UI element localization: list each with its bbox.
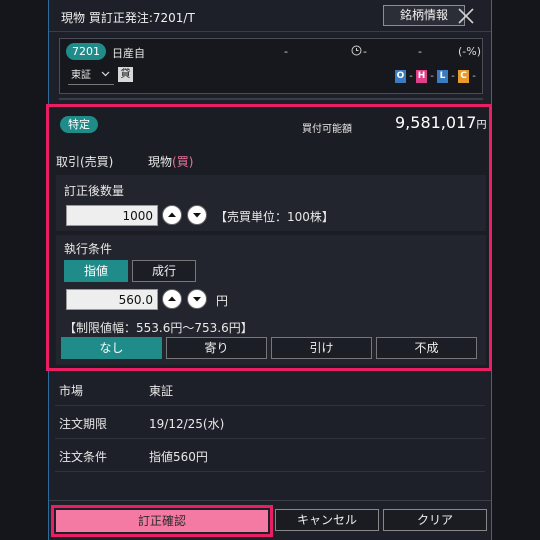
order-form: 特定 買付可能額 9,581,017円 取引(売買) 現物(買) 訂正後数量 1… (46, 104, 492, 371)
quantity-input[interactable]: 1000 (66, 205, 158, 226)
low-badge: L (437, 69, 448, 83)
cond-tab-none[interactable]: なし (61, 337, 162, 359)
buying-power-label: 買付可能額 (302, 124, 352, 135)
section-divider (59, 98, 483, 100)
buying-power-amount: 9,581,017 (395, 113, 477, 132)
confirm-highlight: 訂正確認 (51, 505, 273, 537)
open-badge: O (395, 69, 406, 83)
trade-value-main: 現物 (148, 155, 173, 169)
cond-tab-open[interactable]: 寄り (166, 337, 267, 359)
arrow-down-icon (193, 297, 201, 302)
execution-label: 執行条件 (64, 242, 113, 256)
price-up-button[interactable] (162, 289, 182, 309)
info-period-value: 19/12/25(水) (149, 417, 225, 431)
price-input[interactable]: 560.0 (66, 289, 158, 310)
info-market-label: 市場 (59, 384, 84, 398)
chevron-down-icon (101, 66, 110, 85)
ohlc-indicators: O - H - L - C - (395, 69, 477, 83)
arrow-down-icon (193, 213, 201, 218)
stock-price: - (284, 45, 288, 58)
exec-tab-market[interactable]: 成行 (132, 260, 196, 282)
high-badge: H (416, 69, 427, 83)
open-value: - (409, 70, 413, 82)
confirm-button[interactable]: 訂正確認 (56, 510, 268, 532)
dialog-footer: 訂正確認 キャンセル クリア (49, 500, 491, 540)
stock-summary: 7201 日産自 - - - (-%) 東証 貸 O - H - L - C - (59, 38, 483, 94)
price-unit: 円 (216, 294, 229, 308)
info-divider (55, 405, 485, 406)
quantity-up-button[interactable] (162, 205, 182, 225)
quantity-down-button[interactable] (187, 205, 207, 225)
cancel-button[interactable]: キャンセル (275, 509, 379, 531)
trade-value-side: (買) (172, 155, 194, 169)
trade-value: 現物(買) (148, 153, 193, 170)
exec-tab-limit[interactable]: 指値 (64, 260, 128, 282)
loan-badge: 貸 (118, 67, 133, 82)
high-value: - (430, 70, 434, 82)
stock-name: 日産自 (112, 47, 145, 60)
dialog-header: 現物 買訂正発注:7201/T 銘柄情報 (49, 0, 491, 32)
info-divider (55, 471, 485, 472)
close-icon[interactable] (457, 7, 477, 27)
stock-change: - (418, 45, 422, 58)
low-value: - (451, 70, 455, 82)
close-badge: C (458, 69, 469, 83)
info-cond-label: 注文条件 (59, 450, 108, 464)
clear-button[interactable]: クリア (383, 509, 487, 531)
info-cond-value: 指値560円 (149, 450, 208, 464)
cond-tab-funari[interactable]: 不成 (376, 337, 477, 359)
market-select-label: 東証 (71, 70, 91, 81)
order-dialog: 現物 買訂正発注:7201/T 銘柄情報 7201 日産自 - - - (-%)… (46, 0, 492, 540)
stock-info-button[interactable]: 銘柄情報 (383, 5, 465, 26)
dialog-title: 現物 買訂正発注:7201/T (61, 11, 195, 25)
arrow-up-icon (168, 212, 176, 217)
quantity-panel: 訂正後数量 1000 【売買単位：100株】 (56, 175, 486, 231)
execution-panel: 執行条件 指値 成行 560.0 円 【制限値幅：553.6円～753.6円】 … (56, 235, 486, 365)
close-value: - (472, 70, 476, 82)
trade-label: 取引(売買) (56, 155, 114, 169)
quantity-label: 訂正後数量 (64, 184, 125, 198)
price-down-button[interactable] (187, 289, 207, 309)
stock-change-pct: (-%) (458, 45, 482, 58)
clock-icon (351, 45, 362, 56)
limit-range: 【制限値幅：553.6円～753.6円】 (64, 321, 253, 335)
buying-power-value: 9,581,017円 (395, 113, 486, 132)
arrow-up-icon (168, 296, 176, 301)
info-divider (55, 438, 485, 439)
stock-time: - (363, 45, 367, 58)
account-type-badge: 特定 (60, 116, 98, 133)
cond-tab-close[interactable]: 引け (271, 337, 372, 359)
info-period-label: 注文期限 (59, 417, 108, 431)
quantity-unit-note: 【売買単位：100株】 (215, 210, 334, 224)
info-market-value: 東証 (149, 384, 174, 398)
buying-power-unit: 円 (476, 120, 487, 131)
market-select[interactable]: 東証 (68, 66, 114, 85)
stock-code-badge: 7201 (66, 43, 106, 60)
